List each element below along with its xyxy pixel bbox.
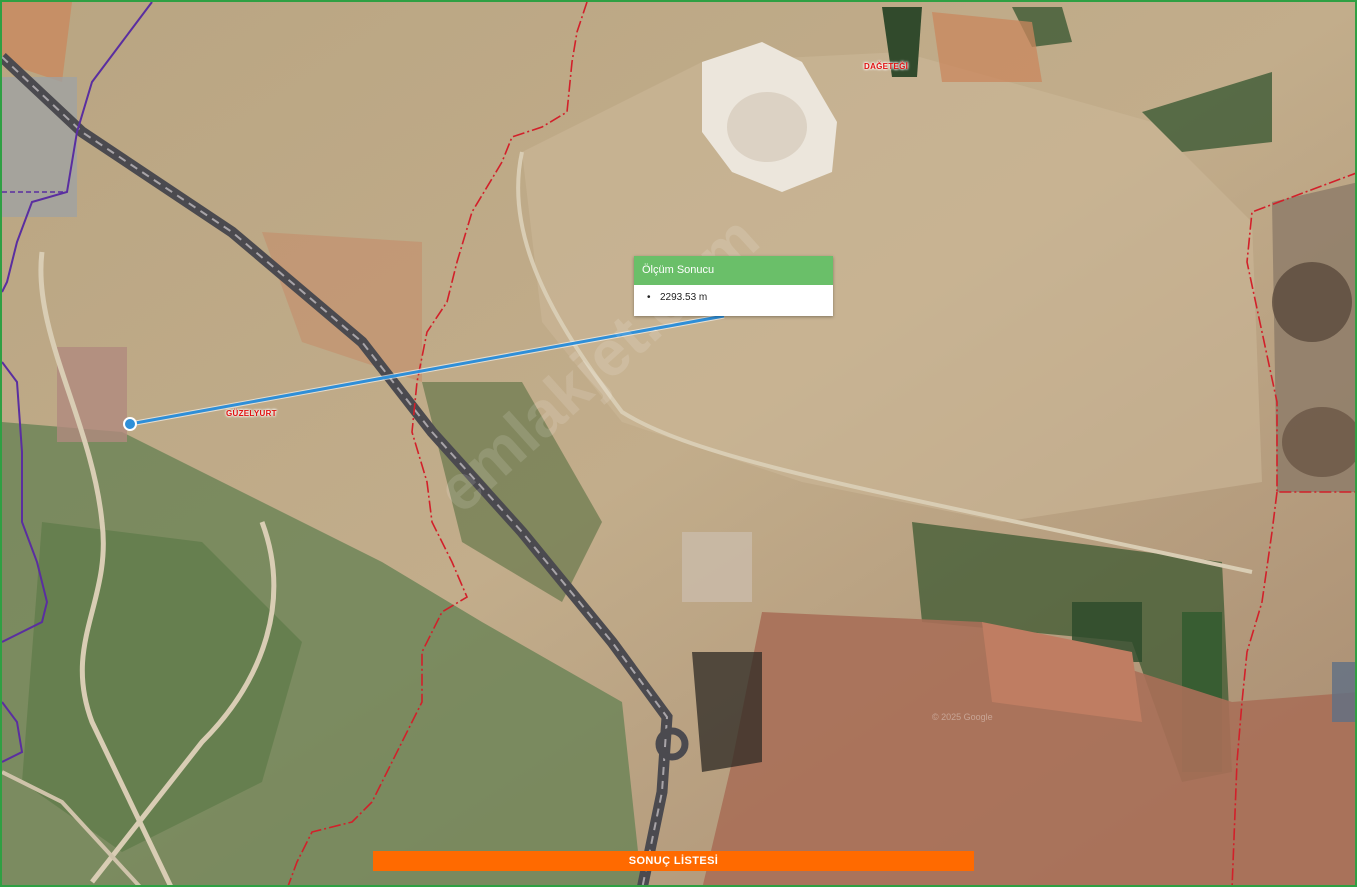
measurement-start-point[interactable] (123, 417, 137, 431)
bullet-icon: • (647, 292, 651, 303)
place-label-dageteği: DAĞETEĞİ (864, 62, 909, 71)
measurement-value: 2293.53 m (660, 292, 708, 303)
popup-body: • 2293.53 m (634, 285, 833, 303)
map-canvas[interactable]: emlakjet.com © 2025 Google DAĞETEĞİ GÜZE… (0, 0, 1357, 887)
measurement-result-popup: Ölçüm Sonucu • 2293.53 m (634, 256, 833, 316)
popup-title: Ölçüm Sonucu (634, 256, 833, 285)
result-list-button[interactable]: SONUÇ LİSTESİ (373, 851, 974, 871)
satellite-imagery (2, 2, 1355, 885)
place-label-guzelyurt: GÜZELYURT (226, 409, 277, 418)
map-copyright: © 2025 Google (932, 712, 993, 722)
